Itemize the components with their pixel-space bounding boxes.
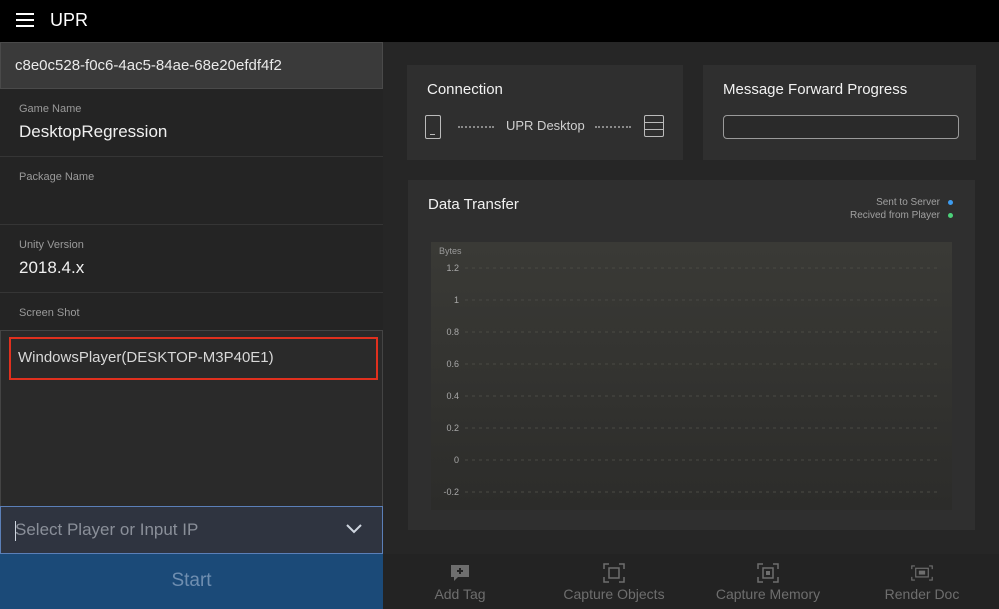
select-placeholder: Select Player or Input IP [15, 520, 199, 539]
player-dropdown-list: WindowsPlayer(DESKTOP-M3P40E1) [0, 330, 383, 506]
game-name-value: DesktopRegression [19, 122, 168, 141]
unity-version-value: 2018.4.x [19, 258, 85, 277]
legend-dot-green [948, 212, 953, 218]
capture-memory-label: Capture Memory [715, 586, 821, 602]
package-name-label: Package Name [19, 171, 95, 183]
y-tick-label: 0.8 [446, 327, 459, 337]
capture-objects-icon [603, 563, 625, 583]
message-forward-card: Message Forward Progress [703, 65, 976, 160]
data-transfer-card: Data Transfer Sent to Server Recived fro… [408, 180, 975, 530]
render-doc-icon [911, 565, 933, 581]
legend-item-sent: Sent to Server [850, 196, 953, 209]
y-tick-label: 0.4 [446, 391, 459, 401]
add-tag-icon [451, 565, 469, 581]
app-title: UPR [50, 10, 89, 30]
start-button[interactable]: Start [0, 554, 383, 609]
capture-objects-label: Capture Objects [563, 586, 665, 602]
message-forward-progress-bar [723, 115, 959, 139]
device-id: c8e0c528-f0c6-4ac5-84ae-68e20efdf4f2 [0, 42, 383, 89]
y-tick-label: 1 [454, 295, 459, 305]
y-tick-label: 0.2 [446, 423, 459, 433]
game-name-field: Game Name DesktopRegression [0, 89, 383, 157]
capture-objects-button[interactable]: Capture Objects [559, 554, 669, 609]
chart-svg: Bytes 1.2 1 0.8 0.6 0.4 0.2 0 -0.2 [439, 246, 941, 497]
y-tick-label: -0.2 [443, 487, 459, 497]
unity-version-field: Unity Version 2018.4.x [0, 225, 383, 293]
player-option[interactable]: WindowsPlayer(DESKTOP-M3P40E1) [9, 337, 378, 380]
data-transfer-title: Data Transfer [428, 196, 519, 213]
add-tag-label: Add Tag [434, 586, 486, 602]
title-bar: UPR [0, 0, 999, 42]
legend-item-received: Recived from Player [850, 209, 953, 222]
capture-memory-icon [757, 563, 779, 583]
player-select-input[interactable]: Select Player or Input IP [0, 506, 383, 554]
connection-title: Connection [427, 81, 503, 98]
server-icon [644, 115, 664, 137]
screen-shot-label: Screen Shot [19, 307, 80, 319]
connection-target: UPR Desktop [506, 118, 585, 133]
legend-dot-blue [948, 199, 953, 205]
chevron-down-icon[interactable] [346, 521, 362, 537]
data-transfer-chart: Bytes 1.2 1 0.8 0.6 0.4 0.2 0 -0.2 [431, 242, 952, 510]
screen-shot-field: Screen Shot [0, 293, 383, 330]
bottom-toolbar: Add Tag Capture Objects Capture Memory R… [383, 554, 999, 609]
phone-icon [425, 115, 441, 139]
y-tick-label: 0.6 [446, 359, 459, 369]
render-doc-button[interactable]: Render Doc [877, 554, 967, 609]
message-forward-title: Message Forward Progress [723, 81, 908, 98]
add-tag-button[interactable]: Add Tag [423, 554, 497, 609]
capture-memory-button[interactable]: Capture Memory [711, 554, 825, 609]
game-name-label: Game Name [19, 103, 82, 115]
connection-status: UPR Desktop [425, 115, 665, 141]
y-tick-label: 1.2 [446, 263, 459, 273]
connection-card: Connection UPR Desktop [407, 65, 683, 160]
package-name-field: Package Name [0, 157, 383, 225]
left-panel: c8e0c528-f0c6-4ac5-84ae-68e20efdf4f2 Gam… [0, 42, 383, 609]
y-tick-label: 0 [454, 455, 459, 465]
text-cursor [15, 521, 16, 541]
hamburger-menu-icon[interactable] [16, 13, 34, 29]
connection-dots [595, 126, 631, 128]
render-doc-label: Render Doc [884, 586, 960, 602]
chart-legend: Sent to Server Recived from Player [850, 196, 953, 222]
right-panel: Connection UPR Desktop Message Forward P… [383, 42, 999, 609]
y-axis-label: Bytes [439, 246, 462, 256]
connection-dots [458, 126, 494, 128]
unity-version-label: Unity Version [19, 239, 84, 251]
